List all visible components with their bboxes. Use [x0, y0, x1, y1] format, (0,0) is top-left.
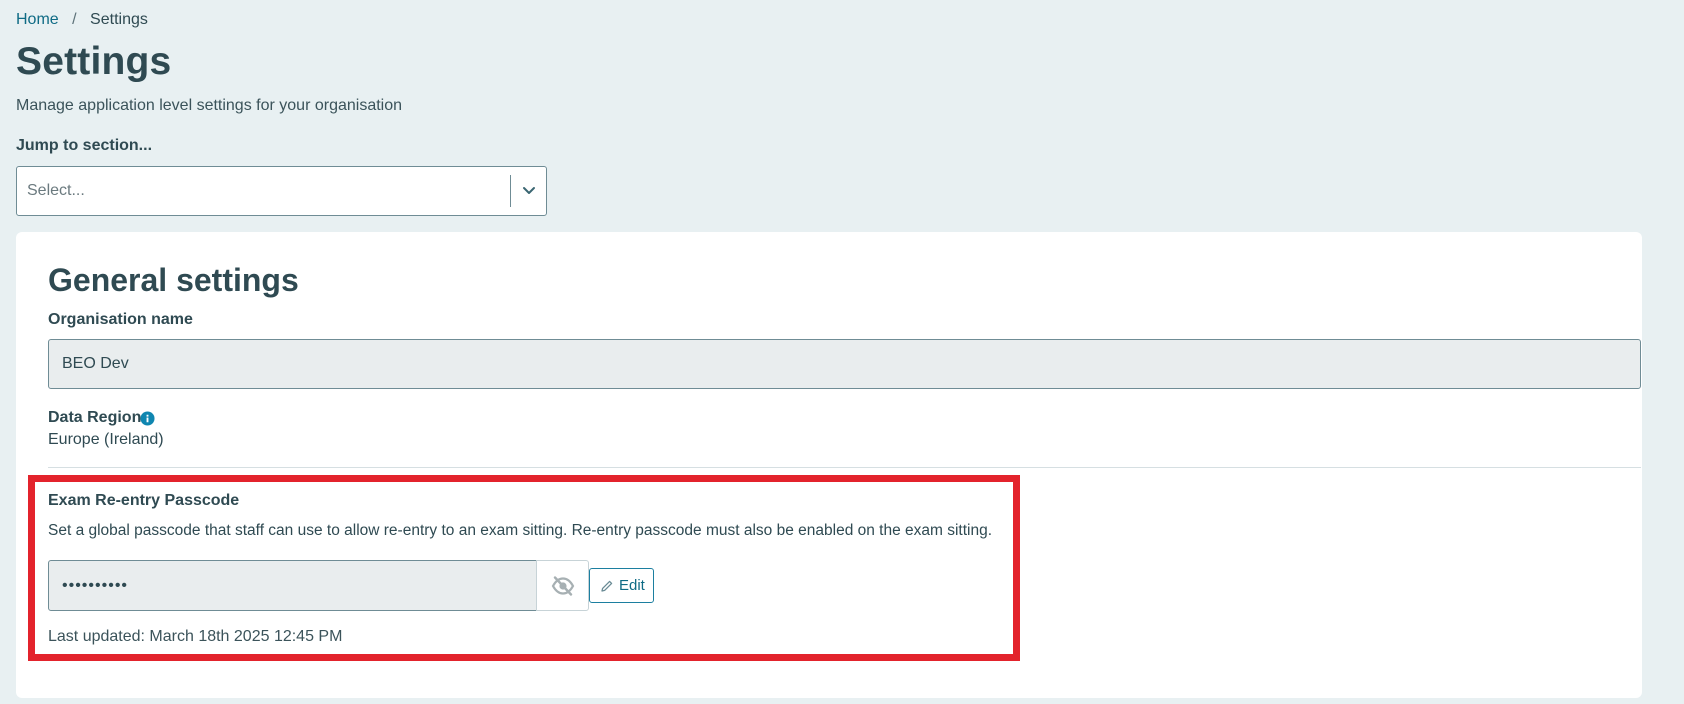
edit-passcode-button[interactable]: Edit	[589, 568, 654, 603]
breadcrumb-home-link[interactable]: Home	[16, 11, 59, 28]
edit-button-label: Edit	[619, 577, 645, 594]
last-updated-text: Last updated: March 18th 2025 12:45 PM	[48, 628, 343, 645]
breadcrumb: Home / Settings	[16, 11, 148, 29]
pencil-icon	[601, 580, 613, 592]
passcode-field[interactable]: ••••••••••	[48, 560, 537, 611]
general-settings-card: General settings Organisation name BEO D…	[16, 232, 1642, 698]
select-divider	[510, 175, 511, 207]
passcode-title: Exam Re-entry Passcode	[48, 492, 240, 509]
select-placeholder: Select...	[27, 182, 85, 199]
section-title: General settings	[48, 262, 299, 298]
toggle-visibility-button[interactable]	[536, 560, 589, 611]
chevron-down-icon[interactable]	[521, 184, 537, 198]
page-title: Settings	[16, 40, 172, 83]
page-subtitle: Manage application level settings for yo…	[16, 97, 403, 114]
eye-off-icon	[551, 576, 575, 596]
organisation-name-field[interactable]: BEO Dev	[48, 339, 1641, 389]
section-divider	[48, 467, 1641, 468]
breadcrumb-current: Settings	[90, 11, 148, 28]
breadcrumb-separator: /	[72, 11, 77, 28]
info-icon[interactable]	[140, 411, 155, 426]
jump-to-section-select[interactable]: Select...	[16, 166, 547, 216]
passcode-description: Set a global passcode that staff can use…	[48, 522, 993, 539]
data-region-label: Data Region	[48, 409, 142, 426]
organisation-name-label: Organisation name	[48, 311, 193, 328]
jump-to-section-label: Jump to section...	[16, 137, 153, 154]
data-region-value: Europe (Ireland)	[48, 431, 164, 448]
